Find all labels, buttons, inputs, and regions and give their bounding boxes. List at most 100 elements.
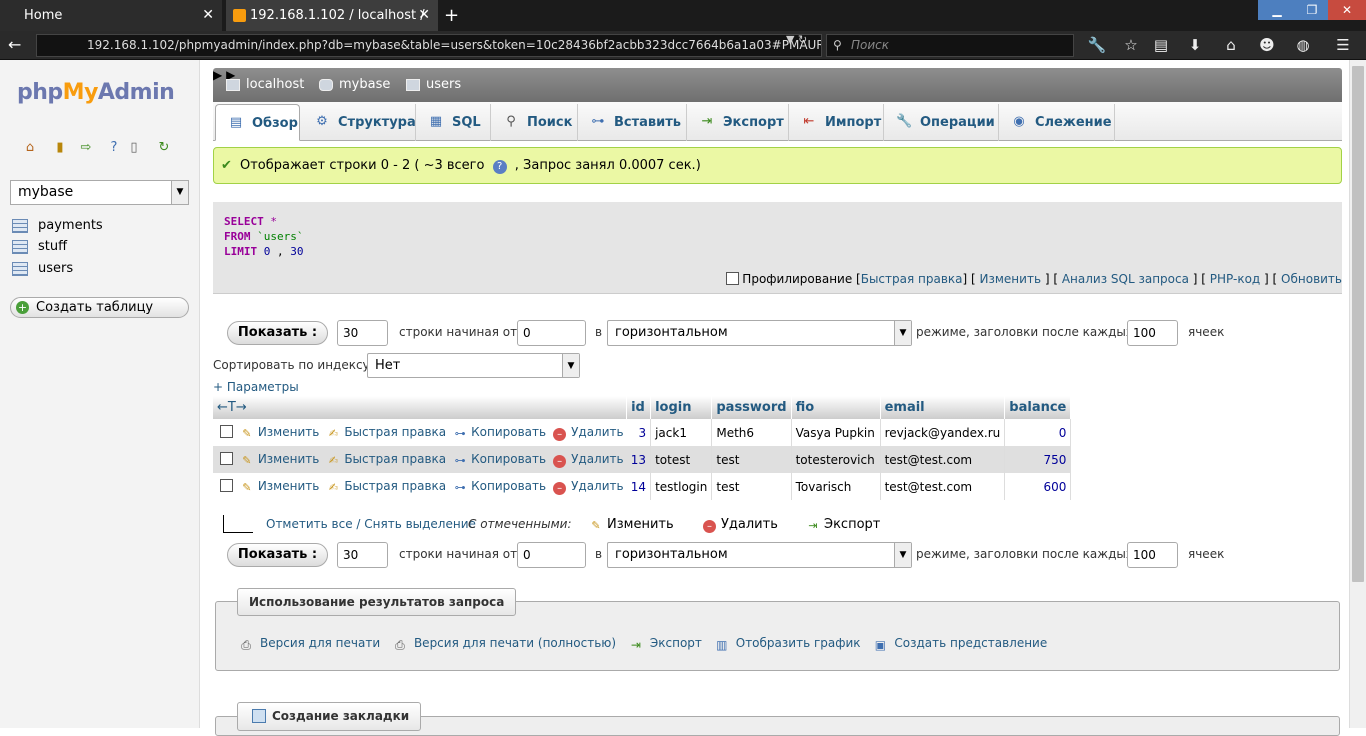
start-input[interactable]: 0 [517, 320, 586, 346]
repeat-headers-input[interactable]: 100 [1127, 320, 1178, 346]
print-view-link[interactable]: ⎙ Версия для печати [238, 636, 380, 652]
address-bar[interactable]: 192.168.1.102/phpmyadmin/index.php?db=my… [36, 34, 822, 57]
cell-email[interactable]: test@test.com [880, 446, 1006, 473]
sql-query-icon[interactable]: ⇨ [78, 140, 94, 156]
home-icon[interactable]: ⌂ [22, 140, 38, 156]
edit-link[interactable]: Изменить [258, 425, 320, 439]
check-all-link[interactable]: Отметить все / Снять выделение [266, 517, 476, 531]
cell-login[interactable]: totest [650, 446, 713, 473]
row-checkbox[interactable] [220, 478, 233, 492]
show-button[interactable]: Показать : [227, 321, 328, 345]
breadcrumb-server[interactable]: localhost [226, 68, 304, 102]
cell-id[interactable]: 13 [626, 446, 652, 473]
tab-structure[interactable]: ⚙ Структура [302, 104, 416, 141]
column-arrows[interactable]: ←T→ [213, 396, 628, 419]
column-header-email[interactable]: email [880, 396, 1006, 419]
cell-fio[interactable]: Vasya Pupkin [791, 419, 881, 446]
reload-icon[interactable]: ↻ [156, 140, 172, 156]
delete-link[interactable]: Удалить [571, 425, 624, 439]
options-link[interactable]: + Параметры [213, 379, 299, 395]
maximize-button[interactable]: ❐ [1296, 0, 1328, 20]
tab-insert[interactable]: ⊶ Вставить [578, 104, 687, 141]
back-arrow-icon[interactable]: ← [8, 35, 21, 54]
start-input[interactable]: 0 [517, 542, 586, 568]
refresh-link[interactable]: Обновить [1281, 272, 1342, 286]
column-header-fio[interactable]: fio [791, 396, 881, 419]
phpmyadmin-logo[interactable]: phpMyAdmin [17, 80, 175, 105]
column-header-id[interactable]: id [626, 396, 652, 419]
tab-operations[interactable]: 🔧 Операции [884, 104, 999, 141]
display-chart-link[interactable]: ▥ Отобразить график [714, 636, 860, 652]
minimize-button[interactable]: ▁ [1258, 0, 1296, 20]
repeat-headers-input[interactable]: 100 [1127, 542, 1178, 568]
tab-browse[interactable]: ▤ Обзор [215, 104, 300, 141]
analyze-sql-link[interactable]: Анализ SQL запроса [1062, 272, 1189, 286]
sort-index-select[interactable]: Нет ▼ [367, 353, 580, 378]
bookmark-star-icon[interactable]: ☆ [1120, 34, 1142, 56]
inline-edit-link[interactable]: Быстрая правка [344, 479, 446, 493]
close-window-button[interactable]: ✕ [1328, 0, 1366, 20]
browser-tab-home[interactable]: Home ✕ [0, 0, 222, 31]
delete-link[interactable]: Удалить [571, 479, 624, 493]
bulk-export-button[interactable]: ⇥ Экспорт [806, 517, 880, 533]
delete-link[interactable]: Удалить [571, 452, 624, 466]
row-checkbox[interactable] [220, 451, 233, 465]
close-tab-icon[interactable]: ✕ [418, 0, 430, 31]
home-icon[interactable]: ⌂ [1220, 34, 1242, 56]
bulk-delete-button[interactable]: – Удалить [703, 517, 778, 533]
row-checkbox[interactable] [220, 424, 233, 438]
cell-id[interactable]: 3 [626, 419, 652, 446]
inline-edit-link[interactable]: Быстрая правка [344, 452, 446, 466]
help-icon[interactable]: ? [106, 140, 122, 156]
help-icon[interactable]: ? [492, 160, 507, 174]
smiley-icon[interactable]: ☻ [1256, 34, 1278, 56]
cell-login[interactable]: jack1 [650, 419, 713, 446]
database-select[interactable]: mybase ▼ [10, 180, 189, 205]
edit-link[interactable]: Изменить [258, 479, 320, 493]
reading-list-icon[interactable]: ▤ [1150, 34, 1172, 56]
display-mode-select[interactable]: горизонтальном ▼ [607, 542, 912, 568]
show-button[interactable]: Показать : [227, 543, 328, 567]
cell-password[interactable]: test [711, 446, 792, 473]
sidebar-item-users[interactable]: users [12, 260, 73, 278]
print-view-full-link[interactable]: ⎙ Версия для печати (полностью) [392, 636, 616, 652]
exit-icon[interactable]: ▮ [52, 140, 68, 156]
cell-login[interactable]: testlogin [650, 473, 713, 500]
inline-edit-link[interactable]: Быстрая правка [344, 425, 446, 439]
copy-link[interactable]: Копировать [471, 452, 546, 466]
search-input[interactable]: ⚲ Поиск [826, 34, 1074, 57]
column-header-password[interactable]: password [711, 396, 792, 419]
edit-query-link[interactable]: Изменить [980, 272, 1042, 286]
breadcrumb-database[interactable]: mybase [319, 68, 390, 102]
rows-input[interactable]: 30 [337, 542, 388, 568]
cell-password[interactable]: Meth6 [711, 419, 792, 446]
tab-tracking[interactable]: ◉ Слежение [999, 104, 1115, 141]
globe-icon[interactable]: ◍ [1292, 34, 1314, 56]
wrench-icon[interactable]: 🔧 [1086, 34, 1108, 56]
rows-input[interactable]: 30 [337, 320, 388, 346]
copy-link[interactable]: Копировать [471, 479, 546, 493]
tab-import[interactable]: ⇤ Импорт [789, 104, 884, 141]
cell-id[interactable]: 14 [626, 473, 652, 500]
sidebar-item-stuff[interactable]: stuff [12, 238, 67, 256]
download-icon[interactable]: ⬇ [1184, 34, 1206, 56]
scrollbar-thumb[interactable] [1352, 66, 1364, 582]
cell-email[interactable]: revjack@yandex.ru [880, 419, 1006, 446]
cell-balance[interactable]: 750 [1004, 446, 1072, 473]
cell-balance[interactable]: 600 [1004, 473, 1072, 500]
close-tab-icon[interactable]: ✕ [202, 0, 214, 31]
tab-search[interactable]: ⚲ Поиск [491, 104, 578, 141]
column-header-login[interactable]: login [650, 396, 713, 419]
create-view-link[interactable]: ▣ Создать представление [872, 636, 1048, 652]
cell-fio[interactable]: totesterovich [791, 446, 881, 473]
profiling-checkbox[interactable] [726, 272, 740, 285]
copy-link[interactable]: Копировать [471, 425, 546, 439]
bulk-edit-button[interactable]: ✎ Изменить [589, 517, 673, 533]
new-tab-button[interactable]: + [444, 0, 462, 31]
display-mode-select[interactable]: горизонтальном ▼ [607, 320, 912, 346]
create-table-button[interactable]: + Создать таблицу [10, 297, 189, 318]
docs-icon[interactable]: ▯ [126, 140, 142, 156]
breadcrumb-table[interactable]: users [406, 68, 461, 102]
tab-sql[interactable]: ▦ SQL [416, 104, 491, 141]
column-header-balance[interactable]: balance [1004, 396, 1072, 419]
